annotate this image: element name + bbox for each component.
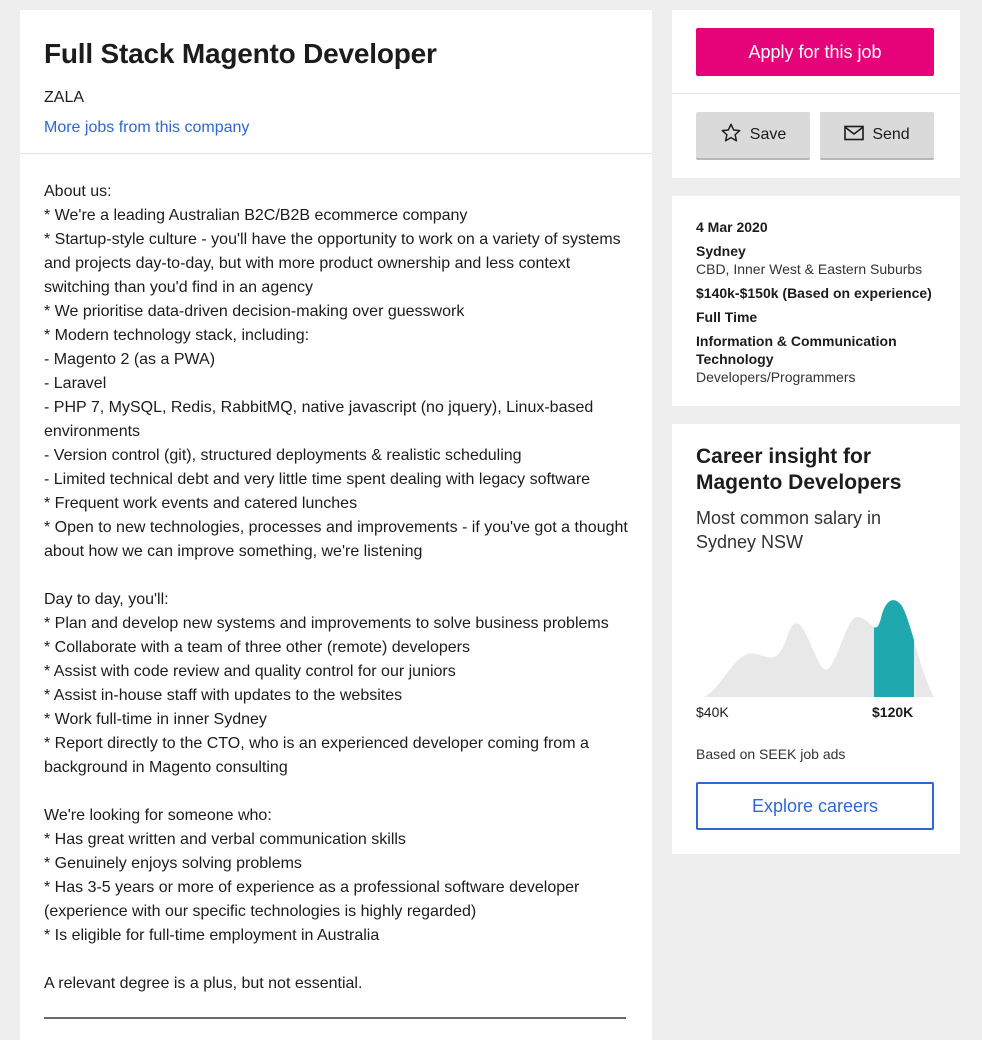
insight-source: Based on SEEK job ads — [696, 746, 846, 762]
job-details-panel: Full Stack Magento Developer ZALA More j… — [20, 10, 652, 1040]
description-line: About us: — [44, 183, 112, 200]
job-location: Sydney — [696, 243, 746, 259]
save-label: Save — [749, 126, 787, 143]
subclassification: Developers/Programmers — [696, 369, 856, 385]
send-button[interactable]: Send — [820, 112, 934, 160]
star-icon — [720, 122, 742, 149]
salary-distribution-chart — [704, 600, 934, 697]
description-line: We're looking for someone who: — [44, 807, 272, 824]
work-type: Full Time — [696, 309, 758, 325]
description-line: - Limited technical debt and very little… — [44, 471, 591, 488]
insight-subtitle: Most common salary in Sydney NSW — [696, 508, 882, 552]
description-line: * Plan and develop new systems and impro… — [44, 615, 609, 632]
description-line: * Assist in-house staff with updates to … — [44, 687, 403, 704]
description-line: * Report directly to the CTO, who is an … — [44, 735, 589, 776]
description-line: * Collaborate with a team of three other… — [44, 639, 470, 656]
company-name: ZALA — [44, 89, 85, 106]
more-jobs-link[interactable]: More jobs from this company — [44, 118, 249, 138]
description-line: * Modern technology stack, including: — [44, 327, 310, 344]
divider — [44, 1017, 626, 1019]
envelope-icon — [844, 125, 865, 146]
description-line: - Version control (git), structured depl… — [44, 447, 522, 464]
save-button[interactable]: Save — [696, 112, 810, 160]
explore-careers-button[interactable]: Explore careers — [696, 782, 934, 830]
job-meta-panel: 4 Mar 2020 Sydney CBD, Inner West & East… — [672, 196, 960, 406]
salary-low-label: $40K — [696, 704, 729, 720]
description-line: * Genuinely enjoys solving problems — [44, 855, 302, 872]
divider — [672, 93, 960, 94]
description-line: * Assist with code review and quality co… — [44, 663, 456, 680]
description-line: * Is eligible for full-time employment i… — [44, 927, 380, 944]
job-salary: $140k-$150k (Based on experience) — [696, 285, 932, 301]
description-line: * We're a leading Australian B2C/B2B eco… — [44, 207, 468, 224]
classification: Information & Communication Technology — [696, 333, 897, 367]
job-header: Full Stack Magento Developer ZALA More j… — [20, 10, 652, 154]
apply-panel: Apply for this job Save Send — [672, 10, 960, 178]
description-line: * Has 3-5 years or more of experience as… — [44, 879, 580, 920]
description-line: A relevant degree is a plus, but not ess… — [44, 975, 363, 992]
description-line: * Work full-time in inner Sydney — [44, 711, 267, 728]
job-area: CBD, Inner West & Eastern Suburbs — [696, 261, 923, 277]
salary-high-label: $120K — [872, 704, 914, 720]
description-line: - Magento 2 (as a PWA) — [44, 351, 216, 368]
job-description: About us: * We're a leading Australian B2… — [20, 154, 652, 996]
insight-title: Career insight for Magento Developers — [696, 445, 902, 494]
description-line: * Startup-style culture - you'll have th… — [44, 231, 621, 296]
description-line: - PHP 7, MySQL, Redis, RabbitMQ, native … — [44, 399, 594, 440]
description-line: - Laravel — [44, 375, 107, 392]
career-insight-panel: Career insight for Magento Developers Mo… — [672, 424, 960, 854]
listing-date: 4 Mar 2020 — [696, 219, 768, 235]
description-line: * Has great written and verbal communica… — [44, 831, 406, 848]
description-line: * Open to new technologies, processes an… — [44, 519, 628, 560]
send-label: Send — [872, 126, 910, 143]
apply-button[interactable]: Apply for this job — [696, 28, 934, 76]
description-line: Day to day, you'll: — [44, 591, 169, 608]
description-line: * We prioritise data-driven decision-mak… — [44, 303, 465, 320]
job-title: Full Stack Magento Developer — [44, 38, 437, 69]
description-line: * Frequent work events and catered lunch… — [44, 495, 358, 512]
